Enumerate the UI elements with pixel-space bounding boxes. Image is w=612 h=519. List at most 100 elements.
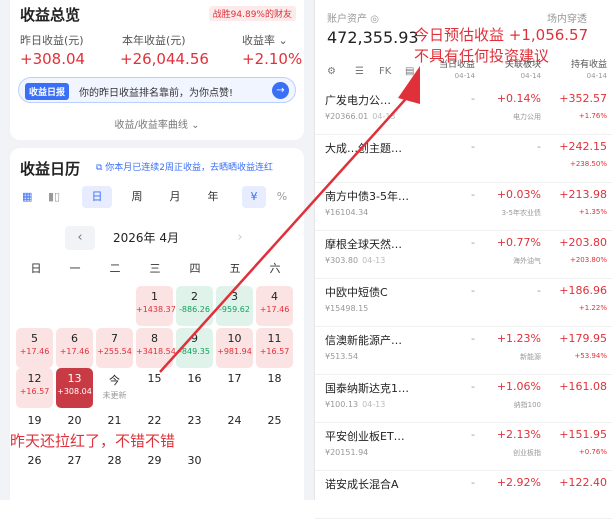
calendar-day[interactable]: 16	[176, 368, 213, 408]
calendar-day[interactable]: 11 +16.57	[256, 328, 293, 368]
calendar-day[interactable]: 9 -849.35	[176, 328, 213, 368]
fund-sector-name: 创业板指	[513, 449, 541, 457]
settings-icon[interactable]: ⚙	[327, 66, 336, 77]
day-gain: +17.46	[19, 347, 50, 356]
fund-name: 信澳新能源产…	[325, 334, 402, 347]
calendar-day[interactable]: 15	[136, 368, 173, 408]
site-penetration-link[interactable]: 场内穿透	[547, 10, 587, 25]
fund-amount-value: ¥303.80	[325, 256, 359, 265]
day-number: 29	[147, 454, 162, 467]
calendar-day[interactable]: 13 +308.04	[56, 368, 93, 408]
calendar-day[interactable]: 29	[136, 450, 173, 490]
fund-amount: ¥303.80 04-13	[325, 256, 385, 265]
tab-year[interactable]: 年	[198, 186, 228, 208]
percent-toggle[interactable]: %	[270, 186, 294, 208]
fund-day-gain: -	[471, 380, 475, 393]
calendar-day[interactable]: 25	[256, 410, 293, 450]
calendar-day[interactable]: 1 +1438.37	[136, 286, 176, 326]
calendar-day[interactable]: 24	[216, 410, 253, 450]
calendar-day[interactable]: 今未更新	[96, 368, 133, 408]
rate-label[interactable]: 收益率 ⌄	[242, 32, 288, 48]
fund-sector-name: 新能源	[520, 353, 541, 361]
calendar-day[interactable]: 26	[16, 450, 53, 490]
fund-hold-gain: +213.98	[559, 188, 607, 201]
col-hold-gain[interactable]: 持有收益 04-14	[547, 60, 607, 82]
day-gain: +1438.37	[136, 305, 176, 314]
calendar-day[interactable]: 27	[56, 450, 93, 490]
calendar-day[interactable]: 8 +3418.54	[136, 328, 176, 368]
fund-sector-change: +1.23%	[496, 332, 541, 345]
fund-hold-pct: +203.80%	[569, 256, 607, 264]
fund-row[interactable]: 大成…创主题… - - +242.15 +238.50%	[315, 136, 612, 183]
day-gain: +3418.54	[136, 347, 176, 356]
arrow-right-icon[interactable]: →	[272, 82, 289, 99]
prev-month-button[interactable]: ‹	[65, 226, 95, 250]
tab-month[interactable]: 月	[160, 186, 190, 208]
fund-amount-value: ¥513.54	[325, 352, 359, 361]
streak-hint-text: 你本月已连续2周正收益，去晒晒收益连红	[105, 163, 274, 173]
fund-amount: ¥16104.34	[325, 208, 372, 217]
calendar-day[interactable]: 23	[176, 410, 213, 450]
fund-row[interactable]: 平安创业板ET… ¥20151.94 - +2.13% 创业板指 +151.95 +0.76…	[315, 424, 612, 471]
calendar-day[interactable]: 5 +17.46	[16, 328, 53, 368]
fk-icon[interactable]: FK	[379, 66, 391, 77]
tab-week[interactable]: 周	[122, 186, 152, 208]
calendar-day[interactable]: 4 +17.46	[256, 286, 293, 326]
calendar-day[interactable]: 17	[216, 368, 253, 408]
curve-link[interactable]: 收益/收益率曲线 ⌄	[10, 116, 304, 131]
col-hold-gain-date: 04-14	[586, 72, 607, 80]
fund-row[interactable]: 诺安成长混合A - +2.92% +122.40	[315, 472, 612, 519]
rank-badge: 战胜94.89%的财友	[208, 6, 296, 21]
calendar-day[interactable]: 10 +981.94	[216, 328, 253, 368]
calendar-day[interactable]: 6 +17.46	[56, 328, 93, 368]
fund-amount-value: ¥16104.34	[325, 208, 369, 217]
day-number: 20	[67, 414, 82, 427]
eye-icon[interactable]: ◎	[370, 14, 379, 25]
fund-amount: ¥513.54	[325, 352, 362, 361]
holdings-panel: 账户资产 ◎ 472,355.93 场内穿透 ⚙ ☰ FK ▤ 当日收益 04-1…	[314, 0, 612, 519]
calendar-day[interactable]: 18	[256, 368, 293, 408]
daily-report-banner[interactable]: 收益日报 你的昨日收益排名靠前，为你点赞! →	[18, 77, 296, 103]
fund-row[interactable]: 中欧中短债C ¥15498.15 - - +186.96 +1.22%	[315, 280, 612, 327]
fund-row[interactable]: 广发电力公… ¥20366.01 04-13 - +0.14% 电力公用 +352.57 +1…	[315, 88, 612, 135]
day-number: 今	[109, 374, 120, 387]
fund-amount-value: ¥15498.15	[325, 304, 369, 313]
fund-name: 南方中债3-5年…	[325, 190, 409, 203]
weekday-fri: 五	[229, 262, 241, 275]
calendar-day[interactable]: 2 -886.26	[176, 286, 213, 326]
streak-hint[interactable]: ⧉ 你本月已连续2周正收益，去晒晒收益连红	[96, 160, 273, 173]
month-label[interactable]: 2026年 4月	[113, 229, 179, 246]
fund-hold-pct: +0.76%	[578, 448, 607, 456]
calendar-view-icon[interactable]: ▦	[22, 190, 32, 203]
day-number: 23	[187, 414, 202, 427]
calendar-day[interactable]: 3 -959.62	[216, 286, 253, 326]
fund-row[interactable]: 信澳新能源产… ¥513.54 - +1.23% 新能源 +179.95 +53.94%	[315, 328, 612, 375]
fund-row[interactable]: 摩根全球天然… ¥303.80 04-13 - +0.77% 海外油气 +203.80 +20…	[315, 232, 612, 279]
day-number: 19	[27, 414, 42, 427]
daily-report-text: 你的昨日收益排名靠前，为你点赞!	[79, 88, 234, 99]
fund-amount: ¥100.13 04-13	[325, 400, 385, 409]
asset-label: 账户资产 ◎	[327, 10, 379, 25]
day-number: 12	[27, 372, 42, 385]
currency-toggle[interactable]: ¥	[242, 186, 266, 208]
fund-row[interactable]: 南方中债3-5年… ¥16104.34 - +0.03% 3-5年农业债 +213.98 +…	[315, 184, 612, 231]
day-number: 26	[27, 454, 42, 467]
grid-icon[interactable]: ▤	[405, 66, 414, 77]
fund-sector-change: -	[537, 140, 541, 153]
bar-chart-icon[interactable]: ▮▯	[48, 190, 60, 203]
tab-day[interactable]: 日	[82, 186, 112, 208]
fund-name: 平安创业板ET…	[325, 430, 405, 443]
fund-hold-gain: +186.96	[559, 284, 607, 297]
calendar-day[interactable]: 12 +16.57	[16, 368, 53, 408]
fund-row[interactable]: 国泰纳斯达克1… ¥100.13 04-13 - +1.06% 纳指100 +161.08	[315, 376, 612, 423]
next-month-button[interactable]: ›	[225, 226, 255, 250]
asset-label-text: 账户资产	[327, 14, 367, 25]
calendar-day[interactable]: 7 +255.54	[96, 328, 133, 368]
fund-sector-name: 3-5年农业债	[501, 209, 541, 217]
calendar-day[interactable]: 28	[96, 450, 133, 490]
fund-sector-change: +0.14%	[496, 92, 541, 105]
list-icon[interactable]: ☰	[355, 66, 364, 77]
calendar-day[interactable]: 30	[176, 450, 213, 490]
summary-card: 收益总览 战胜94.89%的财友 昨日收益(元) 本年收益(元) 收益率 ⌄ +…	[10, 0, 304, 140]
day-number: 13	[67, 372, 82, 385]
